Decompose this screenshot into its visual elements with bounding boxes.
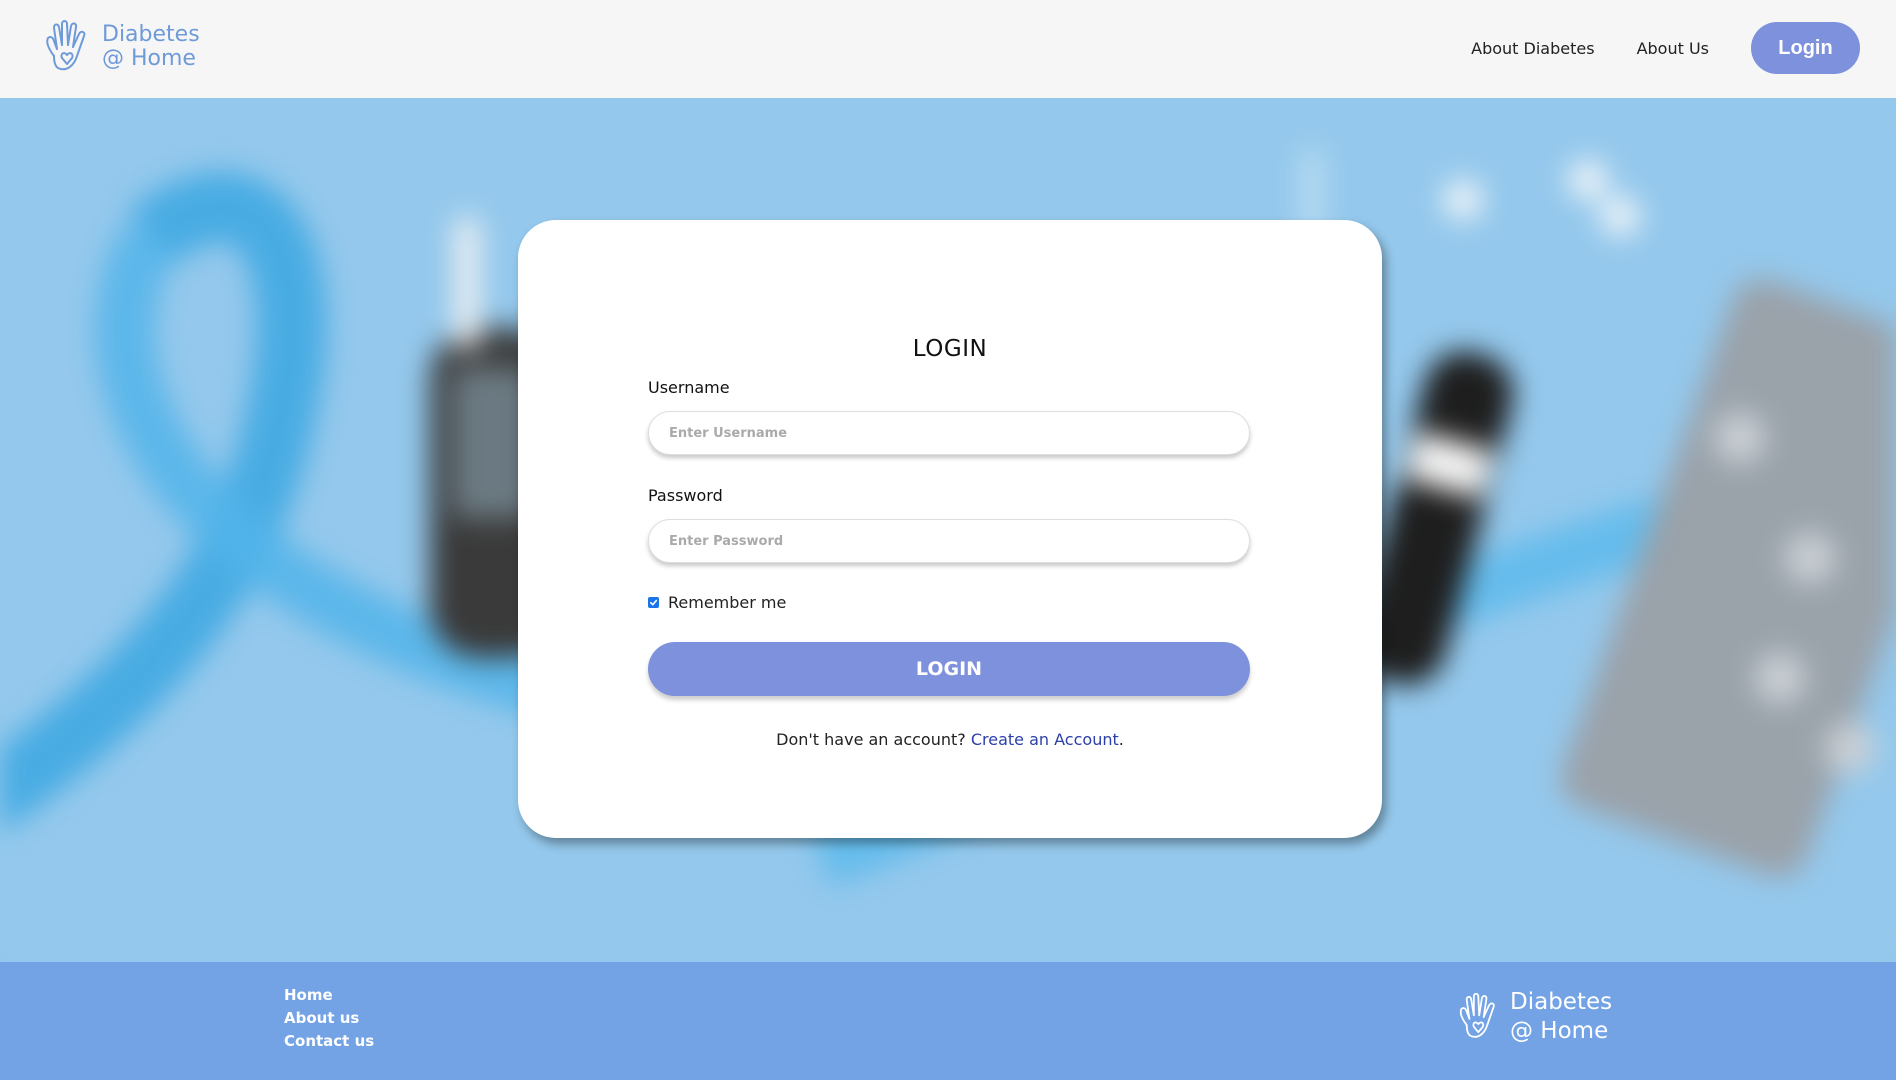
header-login-button[interactable]: Login: [1751, 22, 1860, 74]
footer-logo-line-1: Diabetes: [1510, 989, 1613, 1015]
password-input[interactable]: [648, 519, 1250, 563]
footer-link-about-us[interactable]: About us: [284, 1007, 374, 1030]
footer-link-home[interactable]: Home: [284, 984, 374, 1007]
signup-prompt-text: Don't have an account?: [776, 730, 966, 749]
create-account-link[interactable]: Create an Account: [971, 730, 1119, 749]
hand-heart-icon: [1459, 992, 1495, 1038]
site-header: Diabetes @ Home About Diabetes About Us …: [0, 0, 1896, 98]
main-nav: About Diabetes About Us Login: [1471, 22, 1860, 74]
logo-line-2: @ Home: [102, 46, 196, 71]
username-input[interactable]: [648, 411, 1250, 455]
nav-about-us[interactable]: About Us: [1637, 39, 1709, 58]
remember-me-label: Remember me: [668, 593, 787, 612]
footer-logo: Diabetes @ Home: [1456, 988, 1612, 1046]
footer-link-contact-us[interactable]: Contact us: [284, 1030, 374, 1053]
remember-me[interactable]: Remember me: [648, 593, 786, 612]
hand-heart-icon: [46, 20, 86, 71]
site-logo[interactable]: Diabetes @ Home: [42, 18, 200, 76]
login-submit-button[interactable]: LOGIN: [648, 642, 1250, 696]
signup-prompt: Don't have an account? Create an Account…: [518, 730, 1382, 749]
site-footer: Home About us Contact us Diabetes @ Home: [0, 962, 1896, 1080]
nav-about-diabetes[interactable]: About Diabetes: [1471, 39, 1594, 58]
remember-me-checkbox[interactable]: [648, 597, 659, 608]
checkmark-icon: [649, 599, 658, 606]
login-card: LOGIN Username Password Remember me LOGI…: [518, 220, 1382, 838]
footer-logo-line-2: @ Home: [1510, 1018, 1609, 1044]
login-title: LOGIN: [912, 336, 988, 362]
username-label: Username: [648, 378, 730, 397]
signup-suffix: .: [1118, 730, 1124, 749]
footer-links: Home About us Contact us: [284, 984, 374, 1053]
password-label: Password: [648, 486, 723, 505]
logo-line-1: Diabetes: [102, 22, 200, 47]
